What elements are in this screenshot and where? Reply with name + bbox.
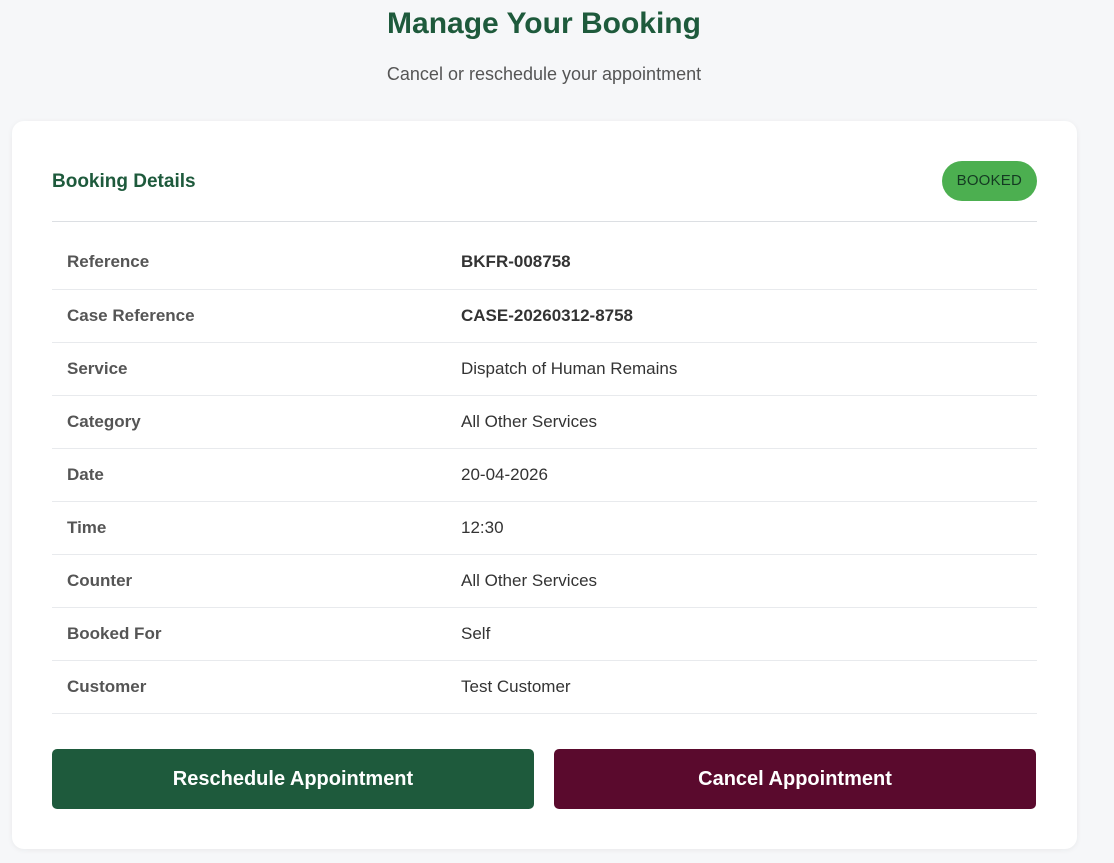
detail-row-time: Time 12:30: [52, 501, 1037, 554]
status-badge: BOOKED: [941, 161, 1037, 201]
detail-row-customer: Customer Test Customer: [52, 660, 1037, 713]
detail-value: BKFR-008758: [461, 252, 571, 272]
detail-value: All Other Services: [461, 411, 598, 431]
detail-label: Category: [67, 411, 141, 431]
detail-value: 20-04-2026: [461, 464, 548, 484]
detail-row-counter: Counter All Other Services: [52, 554, 1037, 607]
detail-value: CASE-20260312-8758: [461, 305, 634, 325]
detail-label: Booked For: [67, 623, 162, 643]
detail-value: Test Customer: [461, 676, 571, 696]
detail-label: Service: [67, 358, 128, 378]
detail-label: Counter: [67, 570, 133, 590]
detail-row-reference: Reference BKFR-008758: [52, 236, 1037, 289]
detail-row-date: Date 20-04-2026: [52, 448, 1037, 501]
card-header: Booking Details BOOKED: [52, 161, 1037, 222]
detail-label: Customer: [67, 676, 147, 696]
detail-row-booked-for: Booked For Self: [52, 607, 1037, 660]
booking-details-card: Booking Details BOOKED Reference BKFR-00…: [12, 121, 1077, 849]
detail-value: All Other Services: [461, 570, 598, 590]
booking-details-table: Reference BKFR-008758 Case Reference CAS…: [52, 236, 1037, 714]
reschedule-appointment-button[interactable]: Reschedule Appointment: [52, 749, 534, 809]
detail-label: Date: [67, 464, 104, 484]
page-subtitle: Cancel or reschedule your appointment: [386, 64, 702, 84]
cancel-appointment-button[interactable]: Cancel Appointment: [554, 749, 1036, 809]
detail-label: Time: [67, 517, 107, 537]
detail-label: Case Reference: [67, 305, 195, 325]
page-title: Manage Your Booking: [387, 7, 701, 40]
detail-row-service: Service Dispatch of Human Remains: [52, 342, 1037, 395]
detail-value: Dispatch of Human Remains: [461, 358, 678, 378]
detail-value: Self: [461, 623, 491, 643]
card-title: Booking Details: [52, 171, 196, 192]
detail-label: Reference: [67, 252, 150, 272]
detail-row-case-reference: Case Reference CASE-20260312-8758: [52, 289, 1037, 342]
detail-value: 12:30: [461, 517, 504, 537]
detail-row-category: Category All Other Services: [52, 395, 1037, 448]
